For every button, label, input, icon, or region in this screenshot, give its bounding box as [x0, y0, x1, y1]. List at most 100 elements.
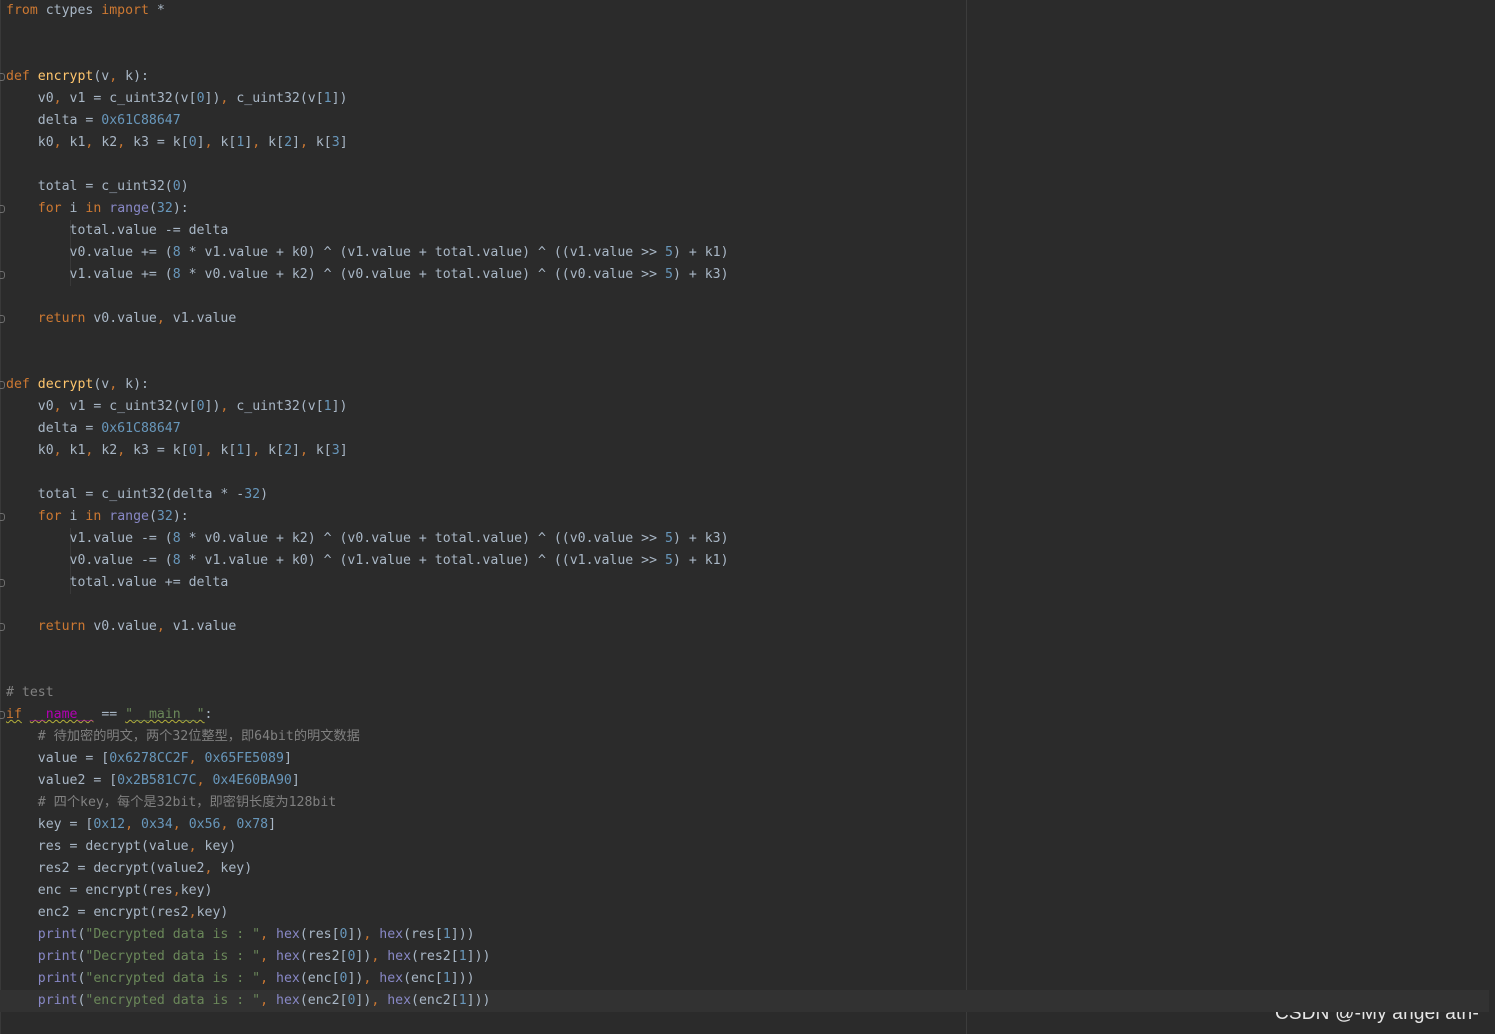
code-line[interactable]: v1.value -= (8 * v0.value + k2) ^ (v0.va…: [6, 528, 729, 550]
code-line[interactable]: total = c_uint32(0): [6, 176, 729, 198]
code-line[interactable]: # test: [6, 682, 729, 704]
code-line[interactable]: [6, 638, 729, 660]
code-token: print: [37, 949, 78, 964]
fold-marker-icon[interactable]: [0, 711, 5, 719]
code-line[interactable]: v0.value += (8 * v1.value + k0) ^ (v1.va…: [6, 242, 729, 264]
code-line[interactable]: delta = 0x61C88647: [6, 110, 729, 132]
code-token: ctypes: [37, 3, 102, 18]
code-token: ,: [196, 773, 205, 788]
code-line[interactable]: for i in range(32):: [6, 506, 729, 528]
code-token: in: [85, 201, 102, 216]
code-line[interactable]: total.value -= delta: [6, 220, 729, 242]
code-lines[interactable]: from ctypes import * def encrypt(v, k): …: [0, 0, 1489, 1012]
code-line[interactable]: k0, k1, k2, k3 = k[0], k[1], k[2], k[3]: [6, 440, 729, 462]
fold-marker-icon[interactable]: [0, 381, 5, 389]
code-line[interactable]: [6, 462, 729, 484]
code-line[interactable]: [6, 352, 729, 374]
code-token: (res2[: [299, 949, 348, 964]
code-line[interactable]: v0, v1 = c_uint32(v[0]), c_uint32(v[1]): [6, 396, 729, 418]
code-token: ]: [339, 443, 348, 458]
code-line[interactable]: [6, 22, 729, 44]
code-line[interactable]: v1.value += (8 * v0.value + k2) ^ (v0.va…: [6, 264, 729, 286]
code-token: ]: [339, 135, 348, 150]
fold-marker-icon[interactable]: [0, 73, 5, 81]
fold-marker-icon[interactable]: [0, 579, 5, 587]
code-token: decrypt: [37, 377, 94, 392]
code-line[interactable]: res = decrypt(value, key): [6, 836, 729, 858]
code-token: ,: [260, 927, 269, 942]
code-token: 1: [323, 91, 332, 106]
code-line[interactable]: k0, k1, k2, k3 = k[0], k[1], k[2], k[3]: [6, 132, 729, 154]
code-line[interactable]: delta = 0x61C88647: [6, 418, 729, 440]
fold-marker-icon[interactable]: [0, 205, 5, 213]
code-token: total = c_uint32(delta * -: [6, 487, 245, 502]
code-line[interactable]: v0.value -= (8 * v1.value + k0) ^ (v1.va…: [6, 550, 729, 572]
code-line[interactable]: def decrypt(v, k):: [6, 374, 729, 396]
code-token: v1.value: [164, 311, 237, 326]
code-token: ,: [299, 135, 308, 150]
code-line[interactable]: value = [0x6278CC2F, 0x65FE5089]: [6, 748, 729, 770]
fold-marker-icon[interactable]: [0, 623, 5, 631]
code-line[interactable]: [6, 594, 729, 616]
code-line[interactable]: [6, 154, 729, 176]
code-line[interactable]: # 待加密的明文，两个32位整型，即64bit的明文数据: [6, 726, 729, 748]
fold-marker-icon[interactable]: [0, 315, 5, 323]
code-line[interactable]: print("encrypted data is : ", hex(enc[0]…: [6, 968, 729, 990]
code-line[interactable]: total.value += delta: [6, 572, 729, 594]
code-token: from: [6, 3, 38, 18]
code-line[interactable]: enc = encrypt(res,key): [6, 880, 729, 902]
code-token: ]: [196, 135, 205, 150]
code-line[interactable]: [6, 286, 729, 308]
code-line[interactable]: print("Decrypted data is : ", hex(res[0]…: [6, 924, 729, 946]
code-token: 8: [172, 245, 181, 260]
code-line[interactable]: return v0.value, v1.value: [6, 616, 729, 638]
fold-marker-icon[interactable]: [0, 271, 5, 279]
code-line[interactable]: return v0.value, v1.value: [6, 308, 729, 330]
code-line[interactable]: def encrypt(v, k):: [6, 66, 729, 88]
code-token: (enc2[: [299, 993, 348, 1008]
code-line[interactable]: for i in range(32):: [6, 198, 729, 220]
code-token: v1.value -= (: [6, 531, 173, 546]
code-token: ,: [260, 971, 269, 986]
code-editor[interactable]: from ctypes import * def encrypt(v, k): …: [0, 0, 1495, 1034]
code-line[interactable]: value2 = [0x2B581C7C, 0x4E60BA90]: [6, 770, 729, 792]
code-token: 0x4E60BA90: [212, 773, 292, 788]
code-token: v1.value: [164, 619, 237, 634]
code-line[interactable]: from ctypes import *: [6, 0, 729, 22]
code-token: enc = encrypt(res: [6, 883, 173, 898]
code-token: k1: [61, 443, 86, 458]
code-token: k[: [260, 135, 285, 150]
code-token: hex: [387, 993, 412, 1008]
code-line[interactable]: total = c_uint32(delta * -32): [6, 484, 729, 506]
code-token: * v1.value + k0) ^ (v1.value + total.val…: [180, 245, 665, 260]
code-token: v1.value += (: [6, 267, 173, 282]
code-line[interactable]: # 四个key，每个是32bit，即密钥长度为128bit: [6, 792, 729, 814]
code-token: key): [180, 883, 213, 898]
code-token: ) + k3): [672, 267, 729, 282]
code-line[interactable]: res2 = decrypt(value2, key): [6, 858, 729, 880]
code-token: ): [260, 487, 269, 502]
code-token: 0x78: [236, 817, 269, 832]
code-line[interactable]: [6, 660, 729, 682]
code-token: encrypt: [37, 69, 94, 84]
code-line[interactable]: if __name__ == "__main__":: [6, 704, 729, 726]
code-line[interactable]: print("encrypted data is : ", hex(enc2[0…: [0, 990, 1489, 1012]
fold-marker-icon[interactable]: [0, 513, 5, 521]
code-token: ,: [125, 817, 134, 832]
code-line[interactable]: key = [0x12, 0x34, 0x56, 0x78]: [6, 814, 729, 836]
code-token: total = c_uint32(: [6, 179, 173, 194]
code-line[interactable]: [6, 330, 729, 352]
code-line[interactable]: enc2 = encrypt(res2,key): [6, 902, 729, 924]
code-line[interactable]: [6, 44, 729, 66]
code-line[interactable]: print("Decrypted data is : ", hex(res2[0…: [6, 946, 729, 968]
code-token: "encrypted data is : ": [85, 971, 261, 986]
code-token: v0.value -= (: [6, 553, 173, 568]
code-token: v0: [6, 91, 54, 106]
code-token: 8: [172, 267, 181, 282]
code-line[interactable]: v0, v1 = c_uint32(v[0]), c_uint32(v[1]): [6, 88, 729, 110]
